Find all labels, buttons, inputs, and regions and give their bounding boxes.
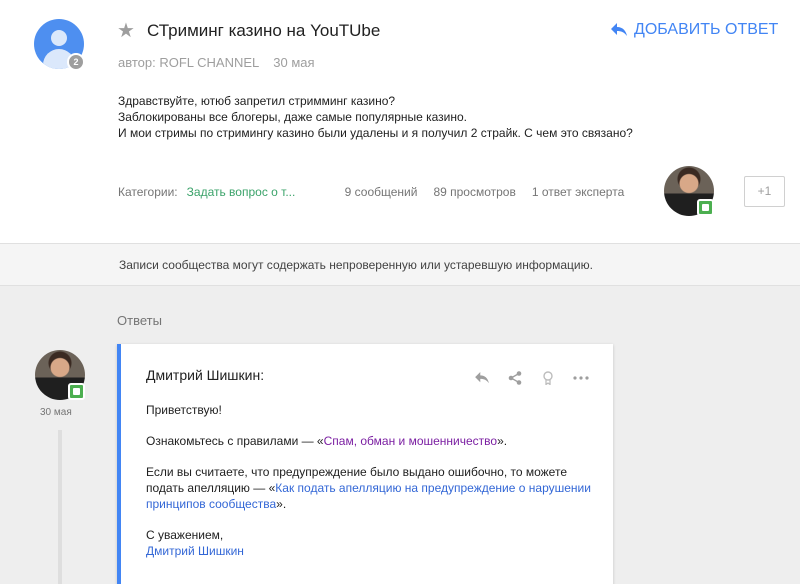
reply-button[interactable]: [465, 369, 498, 387]
share-icon: [508, 371, 521, 385]
more-icon: [572, 376, 589, 380]
categories-label: Категории:: [118, 185, 178, 199]
answer-author-name[interactable]: Дмитрий Шишкин:: [146, 367, 264, 383]
messages-count: 9 сообщений: [344, 185, 418, 199]
answer-appeal-paragraph: Если вы считаете, что предупреждение был…: [146, 465, 591, 511]
award-icon: [542, 371, 553, 385]
expert-badge-icon: [697, 199, 714, 216]
question-title: СТриминг казино на YouTUbe: [147, 21, 381, 40]
views-count: 89 просмотров: [433, 185, 516, 199]
answer-body: Приветствую! Ознакомьтесь с правилами — …: [146, 402, 596, 559]
plus-one-button[interactable]: +1: [744, 176, 785, 207]
question-author: автор: ROFL CHANNEL 30 мая: [118, 55, 315, 70]
mark-best-button[interactable]: [531, 369, 564, 387]
expert-answers-count: 1 ответ эксперта: [531, 185, 625, 199]
answer-signoff: С уважением,: [146, 528, 224, 542]
question-body-line: И мои стримы по стримингу казино были уд…: [118, 126, 633, 140]
answer-card: Дмитрий Шишкин: Приветствую! Ознакомьтес…: [117, 344, 613, 584]
question-date: 30 мая: [273, 55, 315, 70]
avatar-badge: 2: [67, 53, 85, 71]
add-answer-button[interactable]: ДОБАВИТЬ ОТВЕТ: [611, 21, 778, 39]
question-body-line: Заблокированы все блогеры, даже самые по…: [118, 110, 468, 124]
answer-timeline: [58, 430, 62, 584]
add-answer-label: ДОБАВИТЬ ОТВЕТ: [634, 21, 779, 38]
community-notice: Записи сообщества могут содержать непров…: [0, 243, 800, 286]
answers-heading: Ответы: [117, 313, 162, 328]
question-body: Здравствуйте, ютюб запретил стримминг ка…: [118, 93, 633, 141]
author-label[interactable]: автор: ROFL CHANNEL: [118, 55, 259, 70]
answer-signature-link[interactable]: Дмитрий Шишкин: [146, 544, 244, 558]
notice-text: Записи сообщества могут содержать непров…: [119, 258, 593, 272]
more-button[interactable]: [564, 369, 597, 387]
answer-rules-paragraph: Ознакомьтесь с правилами — «Спам, обман …: [146, 434, 508, 448]
question-body-line: Здравствуйте, ютюб запретил стримминг ка…: [118, 94, 396, 108]
share-button[interactable]: [498, 369, 531, 387]
star-icon[interactable]: ★: [117, 21, 135, 41]
answer-toolbar: [465, 369, 597, 387]
question-panel: 2 ★ СТриминг казино на YouTUbe автор: RO…: [0, 0, 800, 243]
category-link[interactable]: Задать вопрос о т...: [187, 185, 317, 199]
question-meta: Категории: Задать вопрос о т... 9 сообще…: [118, 185, 624, 199]
expert-badge-icon: [68, 383, 85, 400]
answer-date: 30 мая: [40, 407, 72, 418]
reply-icon: [611, 23, 627, 36]
rules-link[interactable]: Спам, обман и мошенничество: [324, 434, 497, 448]
answer-greeting: Приветствую!: [146, 403, 222, 417]
reply-icon: [474, 372, 489, 384]
